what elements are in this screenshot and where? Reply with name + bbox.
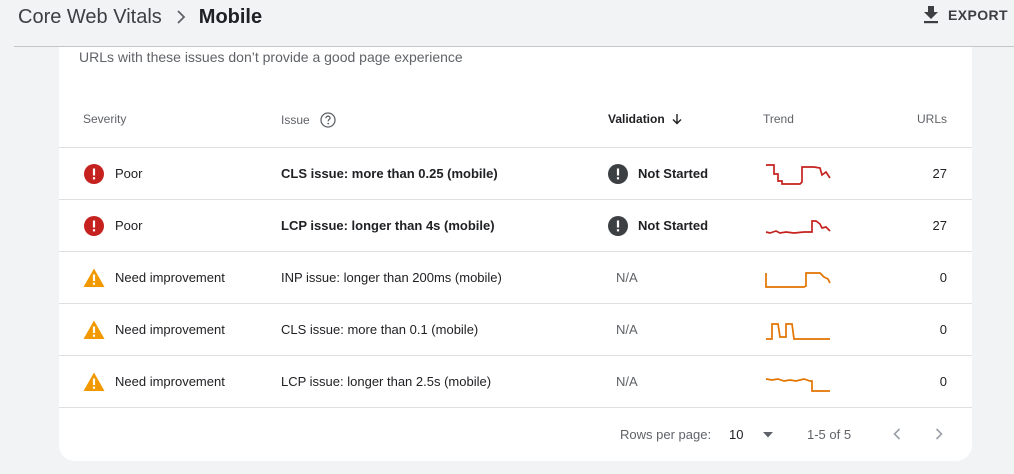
column-header-trend: Trend (763, 112, 794, 126)
url-count: 27 (932, 218, 947, 233)
export-label: EXPORT (948, 7, 1008, 23)
issue-name: CLS issue: more than 0.25 (mobile) (281, 166, 498, 181)
alert-icon (608, 163, 628, 184)
table-row[interactable]: Poor LCP issue: longer than 4s (mobile) … (59, 200, 972, 252)
severity-label: Poor (115, 166, 143, 181)
severity-label: Need improvement (115, 322, 225, 337)
previous-page-button[interactable] (885, 422, 909, 446)
validation-status: Not Started (638, 218, 709, 233)
warning-icon (83, 267, 105, 289)
arrow-down-icon (671, 113, 683, 125)
severity-cell: Poor (83, 200, 142, 251)
validation-cell: Not Started (608, 200, 708, 251)
column-header-severity[interactable]: Severity (83, 112, 126, 126)
issue-name: LCP issue: longer than 4s (mobile) (281, 218, 495, 233)
url-count: 0 (939, 322, 947, 337)
url-count: 0 (939, 374, 947, 389)
issues-card: URLs with these issues don’t provide a g… (59, 47, 972, 461)
chevron-right-icon (935, 428, 943, 440)
error-icon (83, 163, 105, 185)
severity-label: Need improvement (115, 270, 225, 285)
help-icon[interactable] (320, 112, 336, 128)
breadcrumb: Core Web Vitals Mobile (18, 4, 262, 30)
severity-cell: Need improvement (83, 252, 225, 303)
error-icon (83, 215, 105, 237)
url-count: 27 (932, 166, 947, 181)
trend-sparkline (764, 148, 834, 199)
trend-sparkline (764, 304, 834, 355)
breadcrumb-parent-link[interactable]: Core Web Vitals (18, 6, 162, 29)
pagination-bar: Rows per page: 10 1-5 of 5 (59, 406, 972, 461)
warning-icon (83, 319, 105, 341)
issue-name: LCP issue: longer than 2.5s (mobile) (281, 374, 492, 389)
issue-name: CLS issue: more than 0.1 (mobile) (281, 322, 479, 337)
validation-status: N/A (616, 322, 638, 337)
download-icon (924, 6, 939, 24)
validation-status: Not Started (638, 166, 709, 181)
table-row[interactable]: Need improvement LCP issue: longer than … (59, 356, 972, 408)
top-bar: Core Web Vitals Mobile EXPORT (0, 0, 1014, 46)
trend-sparkline (764, 200, 834, 251)
column-header-urls[interactable]: URLs (917, 112, 947, 126)
rows-per-page-select[interactable]: 10 (729, 427, 774, 442)
caret-down-icon (763, 431, 774, 438)
severity-label: Poor (115, 218, 143, 233)
warning-icon (83, 371, 105, 393)
url-count: 0 (939, 270, 947, 285)
pagination-range: 1-5 of 5 (807, 427, 852, 442)
alert-icon (608, 215, 628, 236)
export-button[interactable]: EXPORT (923, 4, 1008, 26)
validation-status: N/A (616, 270, 638, 285)
severity-cell: Need improvement (83, 356, 225, 407)
chevron-right-icon (176, 10, 186, 24)
issue-name: INP issue: longer than 200ms (mobile) (281, 270, 502, 285)
validation-status: N/A (616, 374, 638, 389)
table-row[interactable]: Need improvement CLS issue: more than 0.… (59, 304, 972, 356)
table-header: Severity Issue Validation Trend URLs (59, 93, 972, 148)
rows-per-page-label: Rows per page: (620, 427, 712, 442)
validation-cell: Not Started (608, 148, 708, 199)
column-header-issue[interactable]: Issue (281, 112, 336, 128)
table-row[interactable]: Need improvement INP issue: longer than … (59, 252, 972, 304)
severity-label: Need improvement (115, 374, 225, 389)
next-page-button[interactable] (927, 422, 951, 446)
card-subtitle: URLs with these issues don’t provide a g… (79, 49, 463, 65)
page-title: Mobile (198, 5, 263, 28)
severity-cell: Need improvement (83, 304, 225, 355)
chevron-left-icon (893, 428, 901, 440)
severity-cell: Poor (83, 148, 142, 199)
rows-per-page-value: 10 (729, 427, 744, 442)
trend-sparkline (764, 252, 834, 303)
column-header-validation[interactable]: Validation (608, 112, 683, 126)
trend-sparkline (764, 356, 834, 407)
table-row[interactable]: Poor CLS issue: more than 0.25 (mobile) … (59, 148, 972, 200)
